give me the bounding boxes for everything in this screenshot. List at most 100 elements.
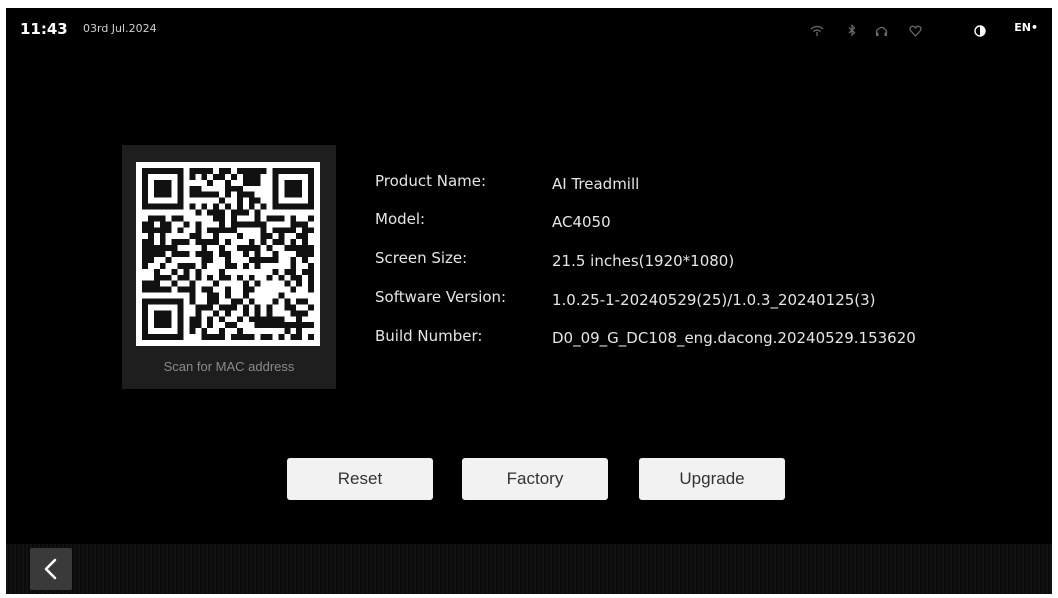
qr-module [296,168,303,174]
qr-module [159,286,166,293]
qr-module [254,304,261,311]
device-info-screen: 11:43 03rd Jul.2024 EN• Scan for MAC add… [6,8,1052,594]
reset-button[interactable]: Reset [287,458,433,500]
chevron-left-icon [44,558,57,580]
qr-module [242,191,249,198]
qr-module [308,268,314,275]
qr-module [302,233,309,240]
qr-module [201,286,208,293]
qr-module [142,179,148,186]
qr-module [254,168,261,174]
qr-module [290,203,297,210]
qr-module [177,334,184,340]
qr-module [171,268,178,275]
qr-module [159,334,166,340]
qr-module [189,233,196,240]
qr-module [165,256,172,263]
qr-module [219,304,226,311]
qr-module [153,322,160,329]
qr-module [254,256,261,263]
qr-module [153,245,160,252]
qr-module [308,173,314,180]
qr-module [195,239,202,246]
qr-module [296,274,303,281]
qr-module [284,245,291,252]
qr-module [272,298,279,305]
info-value: AI Treadmill [552,175,640,193]
qr-module [153,168,160,174]
qr-module [177,173,184,180]
qr-module [296,233,303,240]
qr-module [201,245,208,252]
qr-module [272,322,279,329]
info-value: D0_09_G_DC108_eng.dacong.20240529.153620 [552,329,916,347]
qr-module [142,239,148,246]
qr-module [171,298,178,305]
qr-module [189,328,196,335]
qr-module [171,239,178,246]
qr-module [147,215,154,222]
info-value: AC4050 [552,213,611,231]
qr-module [165,274,172,281]
qr-module [272,239,279,246]
qr-module [260,227,267,234]
qr-module [153,179,160,186]
qr-module [308,185,314,192]
qr-module [242,334,249,340]
qr-module [147,233,154,240]
qr-card: Scan for MAC address [122,145,336,389]
qr-module [302,168,309,174]
qr-module [159,185,166,192]
qr-module [153,274,160,281]
qr-module [201,262,208,269]
qr-module [165,286,172,293]
qr-module [189,168,196,174]
qr-module [266,334,273,340]
qr-module [195,227,202,234]
qr-module [254,215,261,222]
qr-module [195,168,202,174]
qr-module [296,191,303,198]
qr-module [183,268,190,275]
factory-button[interactable]: Factory [462,458,608,500]
qr-module [183,251,190,257]
qr-module [302,298,309,305]
qr-module [308,322,314,329]
qr-module [177,197,184,204]
qr-module [296,185,303,192]
qr-module [290,227,297,234]
qr-module [266,316,273,323]
qr-module [171,334,178,340]
qr-module [201,191,208,198]
qr-module [207,292,214,299]
language-selector[interactable]: EN• [1014,21,1038,34]
qr-module [159,298,166,305]
qr-module [159,262,166,269]
qr-module [177,328,184,335]
upgrade-button[interactable]: Upgrade [639,458,785,500]
qr-module [272,179,279,186]
qr-module [177,274,184,281]
qr-module [290,274,297,281]
qr-module [272,256,279,263]
qr-module [159,239,166,246]
qr-module [284,268,291,275]
contrast-icon[interactable] [974,22,986,41]
qr-module [142,245,148,252]
qr-module [159,316,166,323]
qr-module [153,191,160,198]
qr-module [242,221,249,228]
qr-module [195,185,202,192]
qr-module [242,262,249,269]
qr-module [260,203,267,210]
qr-module [296,280,303,287]
qr-module [207,298,214,305]
back-button[interactable] [30,548,72,590]
qr-module [219,227,226,234]
qr-module [290,191,297,198]
qr-module [225,310,231,317]
qr-module [189,286,196,293]
qr-module [142,286,148,293]
qr-module [153,251,160,257]
qr-module [272,191,279,198]
